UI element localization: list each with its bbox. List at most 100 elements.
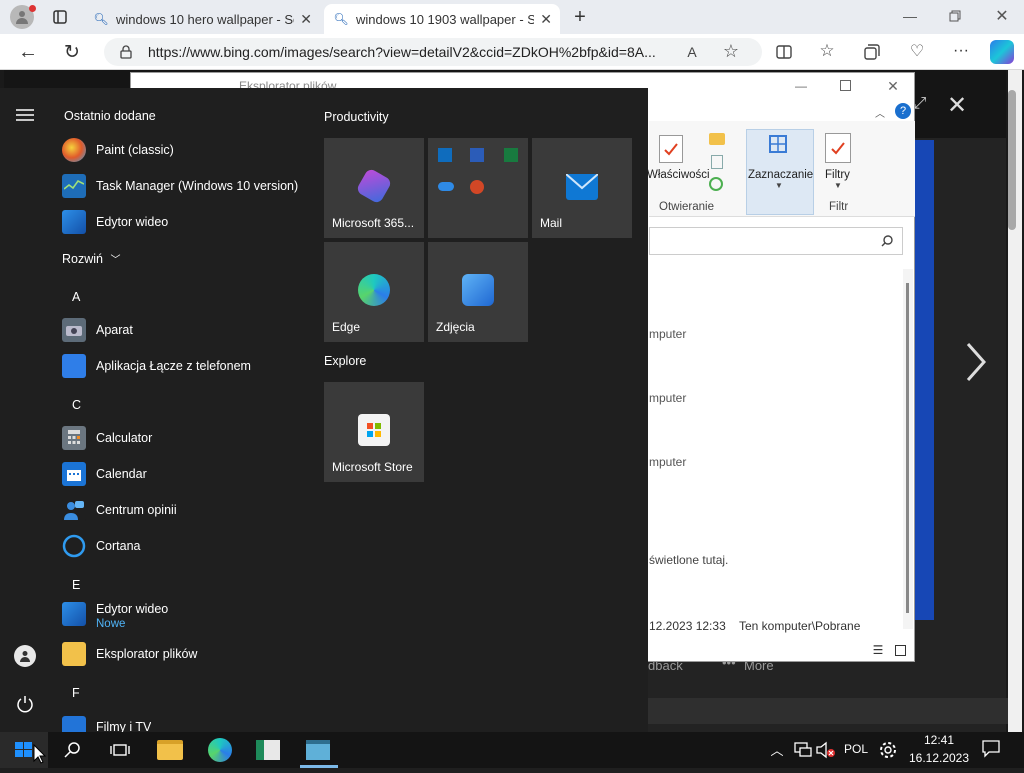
close-window-icon[interactable]: ✕ xyxy=(992,6,1012,26)
explorer-scrollbar[interactable] xyxy=(903,269,913,629)
microsoft-365-icon xyxy=(355,167,393,205)
close-viewer-icon[interactable]: ✕ xyxy=(944,92,970,119)
taskbar-terminal[interactable] xyxy=(304,736,332,764)
more-menu-icon[interactable]: ··· xyxy=(950,40,972,62)
notification-center-icon[interactable] xyxy=(982,740,1000,763)
letter-header-c[interactable]: C xyxy=(72,398,81,412)
read-aloud-icon[interactable]: A xyxy=(682,42,702,62)
letter-header-f[interactable]: F xyxy=(72,686,80,700)
app-camera[interactable]: Aparat xyxy=(62,315,133,345)
hamburger-menu-icon[interactable] xyxy=(14,106,36,124)
tab-title: windows 10 hero wallpaper - Search xyxy=(116,11,294,27)
power-icon[interactable] xyxy=(14,693,36,715)
ribbon-collapse-icon[interactable]: ︿ xyxy=(873,105,887,120)
tile-office-apps[interactable] xyxy=(428,138,528,238)
settings-gear-icon[interactable] xyxy=(878,740,898,765)
tile-microsoft-store[interactable]: Microsoft Store xyxy=(324,382,424,482)
tile-edge[interactable]: Edge xyxy=(324,242,424,342)
search-icon[interactable] xyxy=(879,233,895,249)
details-view-icon[interactable]: ☰ xyxy=(871,643,885,657)
feedback-hub-icon xyxy=(62,498,86,522)
favorite-star-icon[interactable]: ☆ xyxy=(720,40,742,62)
app-calculator[interactable]: Calculator xyxy=(62,423,152,453)
volume-muted-icon[interactable] xyxy=(816,741,836,764)
letter-header-a[interactable]: A xyxy=(72,290,80,304)
restore-icon[interactable] xyxy=(946,7,964,25)
tab-hero-wallpaper[interactable]: 🔍︎ windows 10 hero wallpaper - Search ✕ xyxy=(84,4,320,34)
tab-1903-wallpaper[interactable]: 🔍︎ windows 10 1903 wallpaper - Search ✕ xyxy=(324,4,560,34)
app-file-explorer[interactable]: Eksplorator plików xyxy=(62,639,197,669)
app-video-editor-recent[interactable]: Edytor wideo xyxy=(62,207,168,237)
clock-time[interactable]: 12:41 xyxy=(906,733,972,747)
network-icon[interactable] xyxy=(794,742,812,763)
url-text: https://www.bing.com/images/search?view=… xyxy=(148,44,656,60)
start-menu: Ostatnio dodane Paint (classic) Task Man… xyxy=(0,88,648,732)
app-phone-link[interactable]: Aplikacja Łącze z telefonem xyxy=(62,351,251,381)
tab-actions-icon[interactable] xyxy=(50,7,70,27)
tab-close-icon[interactable]: ✕ xyxy=(540,11,552,28)
collections-icon[interactable] xyxy=(862,42,882,62)
new-tab-button[interactable]: + xyxy=(568,5,592,29)
tray-chevron-up-icon[interactable]: ︿ xyxy=(768,740,786,758)
copilot-icon[interactable] xyxy=(990,40,1014,64)
tile-mail[interactable]: Mail xyxy=(532,138,632,238)
app-window-icon xyxy=(256,740,280,760)
properties-icon[interactable] xyxy=(659,135,683,163)
taskbar-file-explorer[interactable] xyxy=(156,736,184,764)
app-paint[interactable]: Paint (classic) xyxy=(62,135,174,165)
app-feedback-hub[interactable]: Centrum opinii xyxy=(62,495,177,525)
app-video-editor[interactable]: Edytor wideo Nowe xyxy=(62,596,168,636)
expand-button[interactable]: Rozwiń ﹀ xyxy=(62,251,120,266)
history-icon[interactable] xyxy=(709,177,723,191)
select-dropdown-icon: ▼ xyxy=(775,181,783,190)
app-films-tv[interactable]: Filmy i TV xyxy=(62,712,151,732)
taskbar: ︿ POL 12:41 16.12.2023 xyxy=(0,732,1024,768)
app-label: Cortana xyxy=(96,539,141,553)
edit-icon[interactable] xyxy=(711,155,723,169)
profile-alert-dot xyxy=(29,5,36,12)
list-item[interactable]: mputer xyxy=(649,391,686,405)
refresh-icon[interactable]: ↻ xyxy=(60,40,84,64)
task-view-button[interactable] xyxy=(106,736,134,764)
explorer-minimize-icon[interactable]: — xyxy=(791,77,811,95)
page-scrollbar-thumb[interactable] xyxy=(1008,90,1016,230)
filters-icon[interactable] xyxy=(825,133,851,163)
tile-photos[interactable]: Zdjęcia xyxy=(428,242,528,342)
help-icon[interactable]: ? xyxy=(895,103,911,119)
search-button[interactable] xyxy=(58,736,86,764)
open-folder-icon[interactable] xyxy=(709,133,725,145)
list-item[interactable]: mputer xyxy=(649,455,686,469)
app-calendar[interactable]: Calendar xyxy=(62,459,147,489)
favorites-icon[interactable]: ☆ xyxy=(816,40,838,62)
open-group-label: Otwieranie xyxy=(659,201,714,213)
tile-microsoft-365[interactable]: Microsoft 365... xyxy=(324,138,424,238)
tab-close-icon[interactable]: ✕ xyxy=(300,11,312,28)
explorer-maximize-icon[interactable] xyxy=(840,80,851,91)
edge-icon xyxy=(208,738,232,762)
browser-essentials-icon[interactable]: ♡ xyxy=(906,40,928,62)
letter-header-e[interactable]: E xyxy=(72,578,80,592)
properties-button[interactable]: Właściwości xyxy=(647,169,710,181)
filter-group-label: Filtr xyxy=(829,201,849,213)
taskbar-edge[interactable] xyxy=(206,736,234,764)
split-screen-icon[interactable] xyxy=(774,42,794,62)
app-label: Edytor wideo xyxy=(96,602,169,616)
user-account-icon[interactable] xyxy=(14,645,36,667)
large-icons-view-icon[interactable] xyxy=(895,645,906,656)
explorer-close-icon[interactable]: ✕ xyxy=(883,77,903,95)
next-image-icon[interactable] xyxy=(956,340,996,384)
app-label: Edytor wideo xyxy=(96,215,169,229)
language-indicator[interactable]: POL xyxy=(842,742,870,756)
app-cortana[interactable]: Cortana xyxy=(62,531,140,561)
explorer-scrollbar-thumb[interactable] xyxy=(906,283,909,613)
address-bar[interactable]: https://www.bing.com/images/search?view=… xyxy=(104,38,762,66)
taskbar-app-window[interactable] xyxy=(254,736,282,764)
list-item[interactable]: mputer xyxy=(649,327,686,341)
clock-date[interactable]: 16.12.2023 xyxy=(906,751,972,765)
back-arrow-icon[interactable]: ← xyxy=(16,40,40,64)
filters-button[interactable]: Filtry xyxy=(825,169,850,181)
lock-icon[interactable] xyxy=(118,44,134,60)
explorer-search-box[interactable] xyxy=(649,227,903,255)
minimize-icon[interactable]: — xyxy=(900,6,920,26)
app-task-manager[interactable]: Task Manager (Windows 10 version) xyxy=(62,171,298,201)
